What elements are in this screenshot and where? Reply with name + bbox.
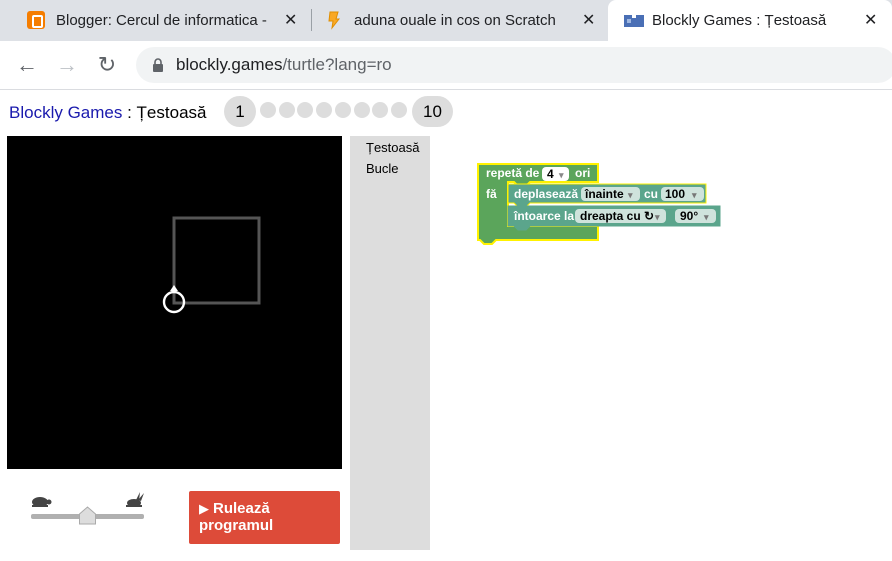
workspace-svg: repetă de 4 ▾ ori fă deplasează înainte …: [477, 163, 721, 245]
tab-title: Blogger: Cercul de informatica - E: [56, 12, 270, 29]
move-by-label: cu: [644, 187, 658, 201]
game-header: Blockly Games : Țestoasă 1 10: [0, 90, 892, 136]
address-bar[interactable]: blockly.games/turtle?lang=ro: [136, 47, 892, 83]
rabbit-fast-icon: [126, 492, 144, 507]
dropdown-arrow-icon: ▾: [703, 212, 709, 222]
title-separator: :: [122, 103, 137, 122]
run-label-line1: Rulează: [213, 500, 270, 517]
url-path: /turtle?lang=ro: [282, 55, 392, 74]
speed-slider[interactable]: [28, 492, 148, 526]
tab-blogger[interactable]: Blogger: Cercul de informatica - E ✕: [14, 0, 310, 41]
level-6-dot[interactable]: [334, 102, 351, 118]
tab-scratch[interactable]: aduna ouale in cos on Scratch ✕: [312, 0, 608, 41]
close-icon[interactable]: ✕: [284, 10, 297, 30]
browser-toolbar: ← → ↻ blockly.games/turtle?lang=ro: [0, 41, 892, 90]
run-program-button[interactable]: ▶ Rulează programul: [189, 491, 340, 544]
tab-blockly-games[interactable]: Blockly Games : Țestoasă ✕: [608, 0, 892, 41]
turtle-slow-icon: [32, 497, 52, 507]
turtle-heading-marker: [170, 285, 178, 291]
tab-title: aduna ouale in cos on Scratch: [354, 12, 556, 29]
level-9-dot[interactable]: [390, 102, 407, 118]
blockly-games-link[interactable]: Blockly Games: [9, 103, 122, 122]
blogger-icon: [27, 11, 45, 29]
repeat-count: 4: [547, 167, 554, 181]
dropdown-arrow-icon: ▾: [558, 170, 564, 180]
dropdown-arrow-icon: ▾: [654, 212, 660, 222]
url-host: blockly.games: [176, 55, 283, 74]
blockly-toolbox: Țestoasă Bucle: [350, 136, 430, 550]
play-icon: ▶: [199, 501, 209, 516]
close-icon[interactable]: ✕: [864, 10, 877, 30]
page-title: Blockly Games : Țestoasă: [9, 103, 206, 123]
repeat-suffix: ori: [575, 166, 590, 180]
turn-angle: 90°: [680, 209, 698, 223]
blockly-icon: [624, 15, 644, 27]
level-4-dot[interactable]: [297, 102, 314, 118]
reload-button[interactable]: ↻: [93, 51, 121, 79]
level-2-dot[interactable]: [260, 102, 276, 118]
level-10-button[interactable]: 10: [412, 96, 453, 127]
repeat-label: repetă de: [486, 166, 540, 180]
level-8-dot[interactable]: [372, 102, 389, 118]
move-direction: înainte: [584, 187, 624, 201]
move-label: deplasează: [514, 187, 578, 201]
turn-direction: dreapta cu ↻: [580, 209, 654, 223]
browser-tab-strip: Blogger: Cercul de informatica - E ✕ adu…: [0, 0, 892, 41]
game-name: Țestoasă: [136, 103, 207, 122]
repeat-do-label: fă: [486, 187, 497, 201]
move-forward-block[interactable]: deplasează înainte ▾ cu 100 ▾: [507, 183, 707, 208]
level-5-dot[interactable]: [316, 102, 333, 118]
drawn-square: [172, 216, 261, 305]
lock-icon: [153, 58, 163, 72]
level-3-dot[interactable]: [278, 102, 295, 118]
toolbox-category-loops[interactable]: Bucle: [366, 161, 399, 176]
turtle-drawing: [162, 216, 261, 314]
level-1-button[interactable]: 1: [224, 96, 256, 127]
turtle-canvas: [7, 136, 342, 469]
dropdown-arrow-icon: ▾: [627, 190, 633, 200]
back-button[interactable]: ←: [13, 51, 41, 79]
forward-button[interactable]: →: [53, 51, 81, 79]
level-7-dot[interactable]: [353, 102, 370, 118]
move-amount: 100: [665, 187, 685, 201]
turn-right-block[interactable]: întoarce la dreapta cu ↻ ▾ 90° ▾: [507, 205, 721, 231]
dropdown-arrow-icon: ▾: [691, 190, 697, 200]
toolbox-category-turtle[interactable]: Țestoasă: [366, 140, 419, 155]
slider-knob[interactable]: [79, 506, 96, 525]
run-label-line2: programul: [199, 517, 274, 534]
blockly-workspace[interactable]: repetă de 4 ▾ ori fă deplasează înainte …: [430, 136, 892, 550]
close-icon[interactable]: ✕: [582, 10, 595, 30]
repeat-block[interactable]: repetă de 4 ▾ ori fă: [477, 163, 599, 245]
turn-label: întoarce la: [513, 209, 574, 223]
scratch-icon: [328, 11, 341, 30]
tab-title: Blockly Games : Țestoasă: [652, 12, 827, 29]
